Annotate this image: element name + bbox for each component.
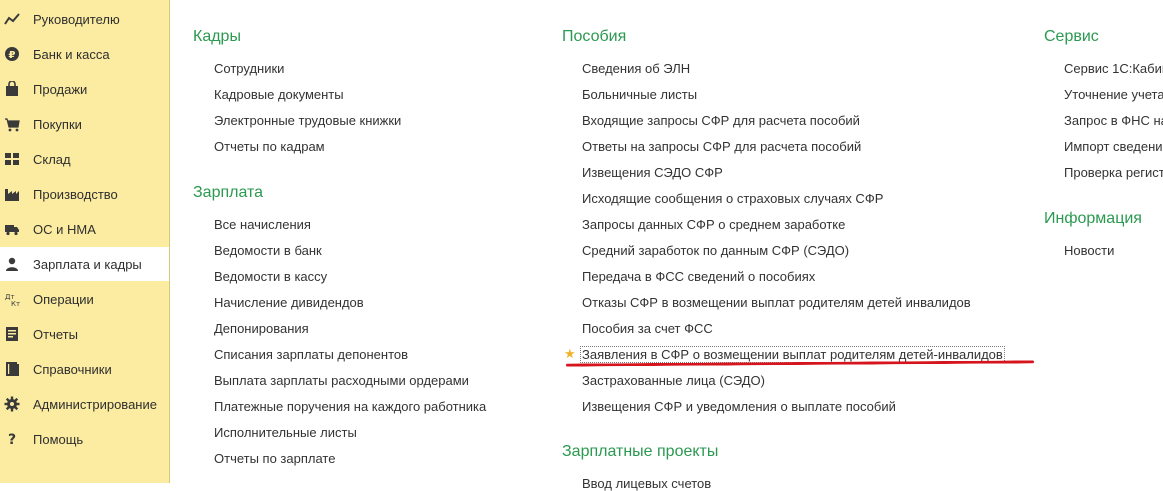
book-icon: [4, 361, 20, 377]
section-title-servis: Сервис: [1044, 28, 1099, 45]
shopping-bag-icon: [4, 81, 20, 97]
sidebar-item-prodazhi[interactable]: Продажи: [0, 72, 169, 106]
link-novosti[interactable]: Новости: [1064, 243, 1114, 258]
svg-text:₽: ₽: [9, 50, 16, 61]
sidebar-item-label: Помощь: [33, 431, 84, 447]
sidebar-item-sklad[interactable]: Склад: [0, 142, 169, 176]
sidebar-item-label: ОС и НМА: [33, 221, 96, 237]
link-zastrahovannye-lica[interactable]: Застрахованные лица (СЭДО): [582, 373, 765, 388]
gear-icon: [4, 396, 20, 412]
link-sotrudniki[interactable]: Сотрудники: [214, 61, 284, 76]
link-otchety-po-zarplate[interactable]: Отчеты по зарплате: [214, 451, 335, 466]
link-proverka-registracii[interactable]: Проверка регистр: [1064, 165, 1163, 180]
svg-text:Кт: Кт: [11, 300, 20, 307]
sidebar-item-label: Зарплата и кадры: [33, 256, 142, 272]
link-peredacha-v-fss[interactable]: Передача в ФСС сведений о пособиях: [582, 269, 815, 284]
right-column: Сервис Сервис 1С:Кабинет Уточнение учета…: [1040, 0, 1163, 483]
link-servis-1c-kabinet[interactable]: Сервис 1С:Кабинет: [1064, 61, 1163, 76]
favorite-star-icon[interactable]: ★: [564, 347, 576, 360]
debit-credit-icon: Дт Кт: [4, 291, 20, 307]
section-title-informaciya: Информация: [1044, 210, 1142, 227]
link-utochnenie-ucheta[interactable]: Уточнение учета: [1064, 87, 1163, 102]
link-nachislenie-dividendov[interactable]: Начисление дивидендов: [214, 295, 364, 310]
link-vyplata-zarplaty-rashodnymi-orderami[interactable]: Выплата зарплаты расходными ордерами: [214, 373, 469, 388]
section-title-kadry: Кадры: [193, 28, 241, 45]
link-vse-nachisleniya[interactable]: Все начисления: [214, 217, 311, 232]
sidebar-item-bank-kassa[interactable]: ₽ Банк и касса: [0, 37, 169, 71]
section-title-zarplata: Зарплата: [193, 184, 264, 201]
report-icon: [4, 326, 20, 342]
sidebar-item-label: Продажи: [33, 81, 88, 97]
link-deponirovaniya[interactable]: Депонирования: [214, 321, 309, 336]
link-bolnichnye-listy[interactable]: Больничные листы: [582, 87, 697, 102]
sidebar-item-zarplata-kadry[interactable]: Зарплата и кадры: [0, 247, 169, 281]
link-kadrovye-dokumenty[interactable]: Кадровые документы: [214, 87, 344, 102]
link-posobiya-za-schet-fss[interactable]: Пособия за счет ФСС: [582, 321, 713, 336]
sidebar-item-label: Операции: [33, 291, 94, 307]
link-svedeniya-ob-eln[interactable]: Сведения об ЭЛН: [582, 61, 690, 76]
sidebar: Руководителю ₽ Банк и касса Продажи Поку…: [0, 0, 170, 483]
sidebar-item-os-nma[interactable]: ОС и НМА: [0, 212, 169, 246]
link-import-svedeniy[interactable]: Импорт сведений: [1064, 139, 1163, 154]
link-zapros-v-fns[interactable]: Запрос в ФНС на: [1064, 113, 1163, 128]
sidebar-item-operacii[interactable]: Дт Кт Операции: [0, 282, 169, 316]
sidebar-item-label: Склад: [33, 151, 71, 167]
sidebar-item-rukovoditelyu[interactable]: Руководителю: [0, 2, 169, 36]
person-icon: [4, 256, 20, 272]
link-ispolnitelnye-listy[interactable]: Исполнительные листы: [214, 425, 357, 440]
section-title-posobiya: Пособия: [562, 28, 627, 45]
link-izvescheniya-sfr-i-uvedomleniya[interactable]: Извещения СФР и уведомления о выплате по…: [582, 399, 896, 414]
link-otchety-po-kadram[interactable]: Отчеты по кадрам: [214, 139, 325, 154]
sidebar-item-pokupki[interactable]: Покупки: [0, 107, 169, 141]
link-vvod-licevyh-schetov[interactable]: Ввод лицевых счетов: [582, 476, 711, 491]
sidebar-item-otchety[interactable]: Отчеты: [0, 317, 169, 351]
link-ishodyaschie-soobscheniya[interactable]: Исходящие сообщения о страховых случаях …: [582, 191, 883, 206]
sidebar-item-label: Администрирование: [33, 396, 157, 412]
sidebar-item-label: Банк и касса: [33, 46, 110, 62]
sidebar-item-label: Руководителю: [33, 11, 120, 27]
sidebar-item-label: Отчеты: [33, 326, 78, 342]
sidebar-item-proizvodstvo[interactable]: Производство: [0, 177, 169, 211]
link-otvety-na-zaprosy-sfr[interactable]: Ответы на запросы СФР для расчета пособи…: [582, 139, 861, 154]
link-zaprosy-dannyh-sfr[interactable]: Запросы данных СФР о среднем заработке: [582, 217, 845, 232]
question-icon: ?: [4, 431, 20, 447]
link-sredniy-zarabotok-sedo[interactable]: Средний заработок по данным СФР (СЭДО): [582, 243, 849, 258]
sidebar-item-administrirovanie[interactable]: Администрирование: [0, 387, 169, 421]
sidebar-item-label: Покупки: [33, 116, 82, 132]
link-vedomosti-v-kassu[interactable]: Ведомости в кассу: [214, 269, 327, 284]
link-vhodyaschie-zaprosy-sfr[interactable]: Входящие запросы СФР для расчета пособий: [582, 113, 860, 128]
sidebar-item-spravochniki[interactable]: Справочники: [0, 352, 169, 386]
line-chart-icon: [4, 11, 20, 27]
section-title-zarplatnye-proekty: Зарплатные проекты: [562, 443, 719, 460]
truck-icon: [4, 221, 20, 237]
sidebar-item-pomosch[interactable]: ? Помощь: [0, 422, 169, 456]
ruble-coin-icon: ₽: [4, 46, 20, 62]
sidebar-item-label: Справочники: [33, 361, 112, 377]
shopping-cart-icon: [4, 116, 20, 132]
link-spisaniya-zarplaty-deponentov[interactable]: Списания зарплаты депонентов: [214, 347, 408, 362]
svg-text:?: ?: [8, 432, 16, 447]
link-elektronnye-trudovye-knizhki[interactable]: Электронные трудовые книжки: [214, 113, 401, 128]
warehouse-grid-icon: [4, 151, 20, 167]
link-vedomosti-v-bank[interactable]: Ведомости в банк: [214, 243, 322, 258]
sidebar-item-label: Производство: [33, 186, 118, 202]
link-otkazy-sfr[interactable]: Отказы СФР в возмещении выплат родителям…: [582, 295, 971, 310]
link-izvescheniya-sedo-sfr[interactable]: Извещения СЭДО СФР: [582, 165, 723, 180]
factory-icon: [4, 186, 20, 202]
link-platezhnye-porucheniya[interactable]: Платежные поручения на каждого работника: [214, 399, 486, 414]
